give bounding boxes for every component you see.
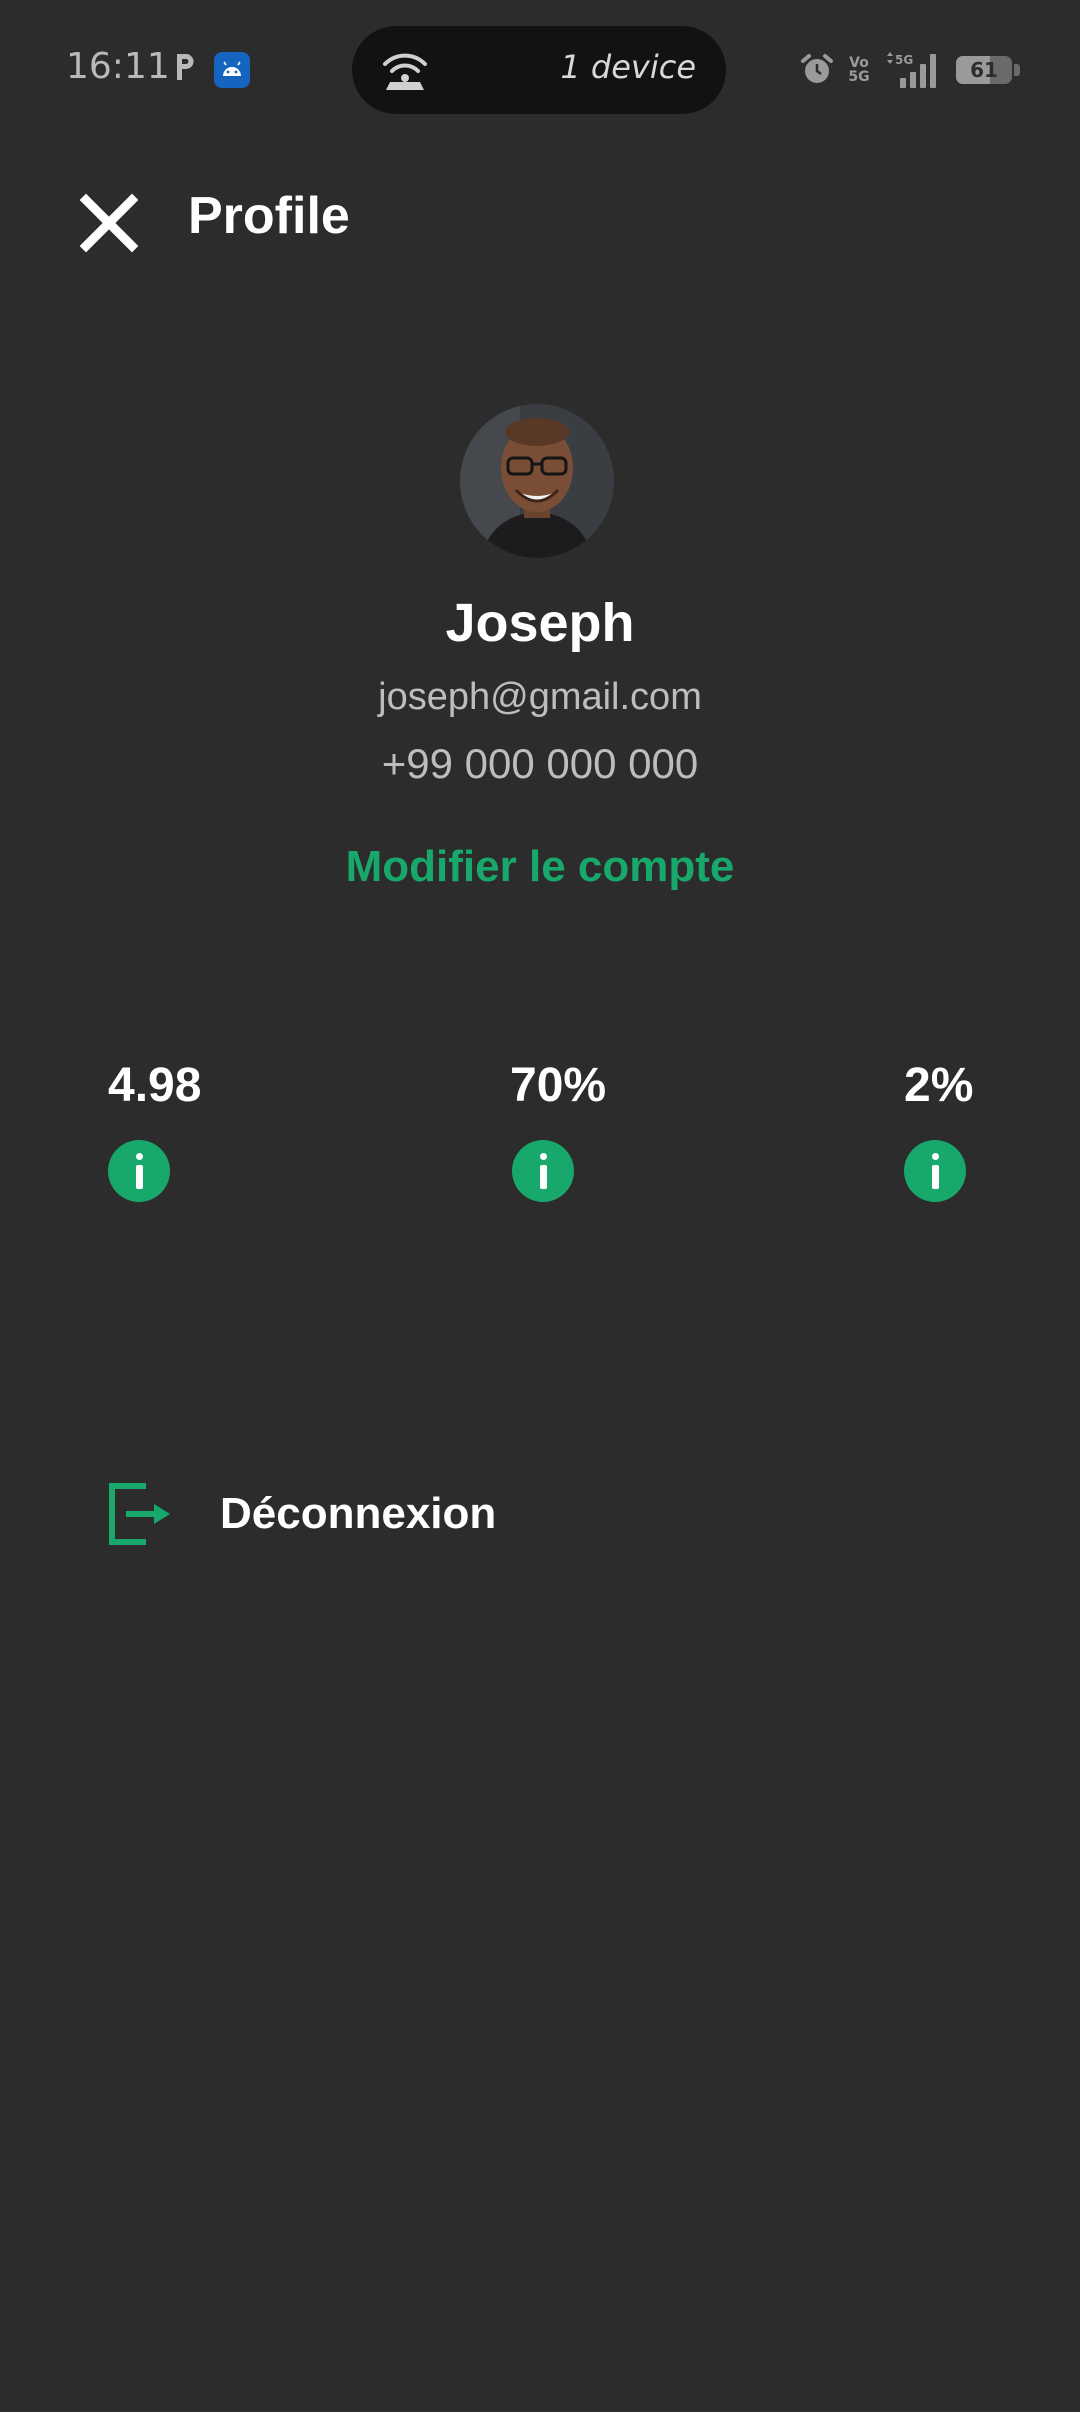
signal-icon: 5G xyxy=(887,52,936,88)
avatar xyxy=(460,404,614,558)
close-icon xyxy=(79,193,139,253)
profile-email: joseph@gmail.com xyxy=(378,676,702,718)
info-icon[interactable] xyxy=(904,1140,966,1202)
volte-icon: Vo 5G xyxy=(848,55,870,85)
profile-phone: +99 000 000 000 xyxy=(381,740,699,787)
stat-value: 70% xyxy=(510,1059,607,1112)
logout-button[interactable]: Déconnexion xyxy=(108,1478,496,1550)
stat-value: 4.98 xyxy=(108,1059,202,1112)
edit-account-button[interactable]: Modifier le compte xyxy=(0,842,1080,892)
stat-value: 2% xyxy=(904,1059,974,1112)
info-icon[interactable] xyxy=(512,1140,574,1202)
battery-level: 61 xyxy=(970,58,998,82)
stat-rating: 4.98 xyxy=(108,1056,201,1202)
status-time: 16:11 xyxy=(66,46,170,87)
logout-icon xyxy=(109,1483,170,1545)
battery-icon: 61 xyxy=(956,56,1012,84)
logout-label: Déconnexion xyxy=(220,1489,497,1538)
info-icon[interactable] xyxy=(108,1140,170,1202)
alarm-icon xyxy=(801,54,833,83)
battery-tip xyxy=(1014,64,1020,76)
hotspot-icon xyxy=(383,53,427,90)
android-notification-icon xyxy=(214,52,250,88)
svg-text:5G: 5G xyxy=(895,53,913,67)
page-title: Profile xyxy=(188,187,350,245)
p-icon xyxy=(177,54,194,80)
profile-name: Joseph xyxy=(445,593,635,653)
stat-cancellation: 2% xyxy=(904,1056,973,1202)
status-bar: 16:11 1 device Vo 5G 5G 61 xyxy=(0,0,1080,140)
close-button[interactable] xyxy=(74,188,144,258)
stat-acceptance: 70% xyxy=(510,1056,606,1202)
status-icons: Vo 5G 5G 61 xyxy=(800,50,1020,90)
hotspot-indicator[interactable]: 1 device xyxy=(352,26,726,114)
hotspot-device-count: 1 device xyxy=(560,48,696,86)
